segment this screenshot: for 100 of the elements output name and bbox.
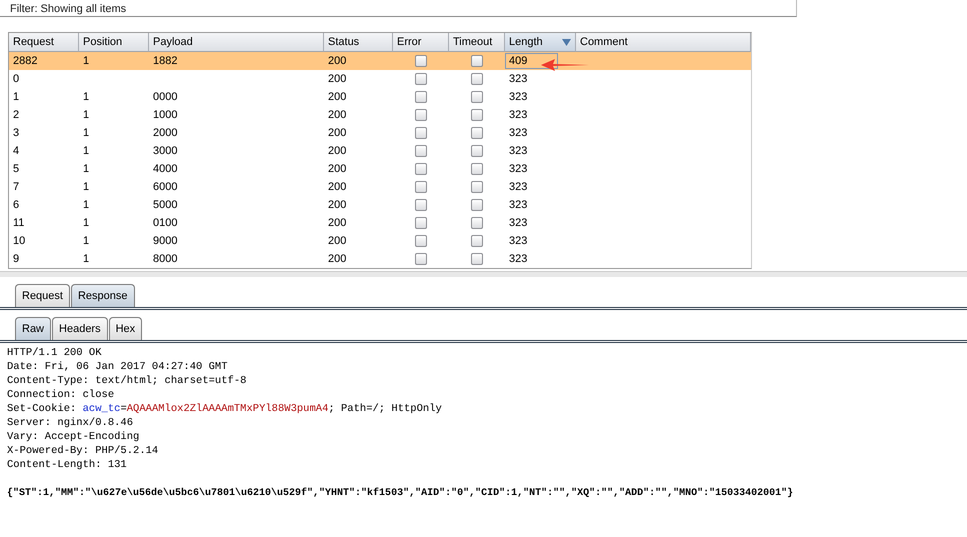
error-checkbox[interactable] bbox=[415, 73, 427, 85]
table-cell: 5000 bbox=[153, 199, 178, 211]
table-row[interactable]: 1 1 0000 200 323 bbox=[9, 88, 751, 106]
timeout-checkbox[interactable] bbox=[471, 199, 483, 211]
view-tab[interactable]: Hex bbox=[108, 317, 142, 340]
response-text: X-Powered-By: PHP/5.2.14 bbox=[7, 445, 158, 457]
table-cell: 3000 bbox=[153, 145, 178, 157]
table-row[interactable]: 7 1 6000 200 323 bbox=[9, 178, 751, 196]
table-cell: 0100 bbox=[153, 217, 178, 229]
timeout-checkbox[interactable] bbox=[471, 235, 483, 247]
table-cell: 1 bbox=[83, 163, 90, 175]
timeout-checkbox[interactable] bbox=[471, 73, 483, 85]
table-cell: 1 bbox=[83, 91, 90, 103]
table-cell: 8000 bbox=[153, 253, 178, 265]
table-cell: 2 bbox=[13, 109, 20, 121]
table-row[interactable]: 5 1 4000 200 323 bbox=[9, 160, 751, 178]
message-tab[interactable]: Request bbox=[15, 284, 70, 307]
message-tab[interactable]: Response bbox=[70, 284, 135, 307]
table-row[interactable]: 4 1 3000 200 323 bbox=[9, 142, 751, 160]
table-cell: 200 bbox=[328, 235, 346, 247]
table-row[interactable]: 11 1 0100 200 323 bbox=[9, 214, 751, 232]
table-cell: 1 bbox=[83, 55, 90, 67]
timeout-checkbox[interactable] bbox=[471, 55, 483, 67]
error-checkbox[interactable] bbox=[415, 55, 427, 67]
table-cell: 323 bbox=[509, 217, 528, 229]
cookie-name: acw_tc bbox=[82, 403, 120, 415]
timeout-checkbox[interactable] bbox=[471, 91, 483, 103]
table-cell: 323 bbox=[509, 91, 528, 103]
table-cell: 200 bbox=[328, 55, 346, 67]
table-cell: 200 bbox=[328, 217, 346, 229]
table-cell: 200 bbox=[328, 199, 346, 211]
table-cell: 323 bbox=[509, 127, 528, 139]
response-text: Date: Fri, 06 Jan 2017 04:27:40 GMT bbox=[7, 361, 228, 373]
column-header[interactable]: Length bbox=[505, 33, 576, 52]
table-cell: 323 bbox=[509, 199, 528, 211]
table-cell: 1 bbox=[83, 109, 90, 121]
filter-text: Filter: Showing all items bbox=[10, 3, 126, 15]
timeout-checkbox[interactable] bbox=[471, 181, 483, 193]
error-checkbox[interactable] bbox=[415, 127, 427, 139]
table-cell: 5 bbox=[13, 163, 20, 175]
timeout-checkbox[interactable] bbox=[471, 109, 483, 121]
table-cell: 1 bbox=[83, 127, 90, 139]
table-cell: 2000 bbox=[153, 127, 178, 139]
table-cell: 10 bbox=[13, 235, 26, 247]
table-row[interactable]: 2 1 1000 200 323 bbox=[9, 106, 751, 124]
table-cell: 1 bbox=[83, 181, 90, 193]
table-row[interactable]: 10 1 9000 200 323 bbox=[9, 232, 751, 250]
table-row[interactable]: 0 200 323 bbox=[9, 70, 751, 88]
error-checkbox[interactable] bbox=[415, 199, 427, 211]
error-checkbox[interactable] bbox=[415, 109, 427, 121]
table-cell: 1 bbox=[83, 145, 90, 157]
response-body: {"ST":1,"MM":"\u627e\u56de\u5bc6\u7801\u6210\u529f","YHNT":"kf1503","AID":"0","CID":1,"NT":"","XQ":"","ADD":"","MNO":"15033402001"} bbox=[7, 488, 794, 499]
response-text: = bbox=[120, 403, 127, 415]
table-cell: 200 bbox=[328, 253, 346, 265]
sort-descending-icon bbox=[562, 38, 571, 46]
table-cell: 1 bbox=[13, 91, 20, 103]
timeout-checkbox[interactable] bbox=[471, 127, 483, 139]
table-cell: 200 bbox=[328, 109, 346, 121]
table-cell: 323 bbox=[509, 181, 528, 193]
error-checkbox[interactable] bbox=[415, 163, 427, 175]
table-row[interactable]: 3 1 2000 200 323 bbox=[9, 124, 751, 142]
table-row[interactable]: 9 1 8000 200 323 bbox=[9, 250, 751, 268]
error-checkbox[interactable] bbox=[415, 181, 427, 193]
response-text: Server: nginx/0.8.46 bbox=[7, 417, 134, 429]
timeout-checkbox[interactable] bbox=[471, 145, 483, 157]
table-cell: 1882 bbox=[153, 55, 178, 67]
table-row[interactable]: 6 1 5000 200 323 bbox=[9, 196, 751, 214]
table-cell: 1000 bbox=[153, 109, 178, 121]
view-tab[interactable]: Headers bbox=[52, 317, 108, 340]
table-cell: 3 bbox=[13, 127, 20, 139]
table-row[interactable]: 2882 1 1882 200 409 bbox=[9, 52, 751, 70]
table-cell: 200 bbox=[328, 73, 346, 85]
response-text: Set-Cookie: bbox=[7, 403, 78, 415]
table-cell: 9 bbox=[13, 253, 20, 265]
table-cell: 6000 bbox=[153, 181, 178, 193]
timeout-checkbox[interactable] bbox=[471, 163, 483, 175]
table-cell: 1 bbox=[83, 235, 90, 247]
error-checkbox[interactable] bbox=[415, 235, 427, 247]
filter-bar[interactable]: Filter: Showing all items bbox=[0, 0, 797, 17]
table-cell: 11 bbox=[13, 217, 24, 229]
error-checkbox[interactable] bbox=[415, 217, 427, 229]
table-cell: 323 bbox=[509, 235, 528, 247]
timeout-checkbox[interactable] bbox=[471, 253, 483, 265]
timeout-checkbox[interactable] bbox=[471, 217, 483, 229]
response-text: Connection: close bbox=[7, 389, 114, 401]
error-checkbox[interactable] bbox=[415, 253, 427, 265]
table-cell: 9000 bbox=[153, 235, 178, 247]
table-cell: 323 bbox=[509, 163, 528, 175]
response-text: Vary: Accept-Encoding bbox=[7, 431, 140, 443]
table-cell: 0 bbox=[13, 73, 20, 85]
response-text: ; Path=/; HttpOnly bbox=[328, 403, 442, 415]
table-cell: 7 bbox=[13, 181, 20, 193]
table-cell: 200 bbox=[328, 91, 346, 103]
error-checkbox[interactable] bbox=[415, 91, 427, 103]
table-cell: 4000 bbox=[153, 163, 178, 175]
table-cell: 200 bbox=[328, 127, 346, 139]
view-tab[interactable]: Raw bbox=[15, 317, 52, 340]
error-checkbox[interactable] bbox=[415, 145, 427, 157]
table-cell: 200 bbox=[328, 181, 346, 193]
table-cell: 1 bbox=[83, 217, 90, 229]
